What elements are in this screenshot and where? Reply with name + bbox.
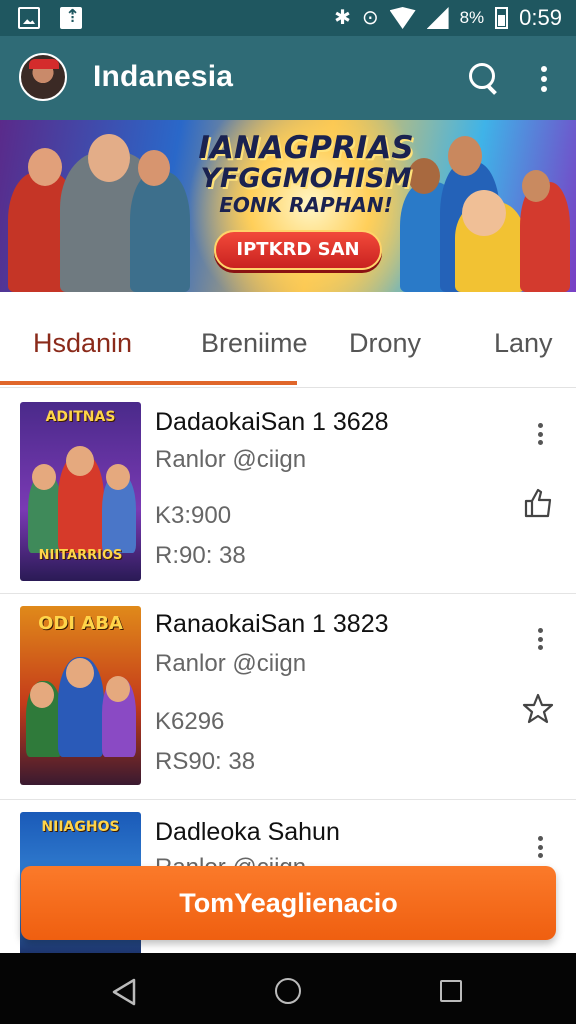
promo-banner[interactable]: IANAGPRIAS YFGGMOHISM EONK RAPHAN! IPTKR…: [0, 120, 576, 292]
thumbnail-title: NIIAGHOS: [41, 819, 120, 835]
status-bar: ✱ ⊙ 8% 0:59: [0, 0, 576, 36]
thumbnail-title: ODI ABA: [38, 613, 123, 634]
wifi-icon: [389, 7, 416, 29]
battery-percent: 8%: [459, 8, 485, 27]
signal-icon: [426, 7, 449, 29]
star-icon[interactable]: [521, 692, 555, 726]
item-detail-2: R:90: 38: [155, 542, 246, 569]
item-title: DadaokaiSan 1 3628: [155, 408, 389, 436]
back-icon[interactable]: [110, 977, 140, 1007]
more-options-icon[interactable]: [532, 62, 556, 96]
home-icon[interactable]: [275, 978, 301, 1004]
download-icon: [60, 6, 82, 29]
item-title: Dadleoka Sahun: [155, 818, 340, 846]
tab-bar: Hsdanin Breniime Drony Lany: [0, 292, 576, 388]
thumbnail-title: ADITNAS: [45, 409, 116, 425]
status-time: 0:59: [519, 5, 562, 30]
page-title: Indanesia: [93, 60, 234, 93]
item-title: RanaokaiSan 1 3823: [155, 610, 389, 638]
active-tab-indicator: [0, 381, 297, 385]
alarm-icon: ⊙: [361, 7, 379, 29]
recents-icon[interactable]: [440, 980, 462, 1002]
item-more-icon[interactable]: [530, 834, 550, 860]
item-thumbnail: ADITNAS NIITARRIOS: [20, 402, 141, 581]
thumbnail-footer: NIITARRIOS: [38, 548, 123, 563]
bluetooth-icon: ✱: [334, 7, 351, 29]
banner-cta-button[interactable]: IPTKRD SAN: [214, 230, 382, 270]
tab-breniime[interactable]: Breniime: [201, 328, 308, 359]
banner-line-1: IANAGPRIAS: [198, 130, 414, 166]
item-more-icon[interactable]: [530, 421, 550, 447]
item-detail-2: RS90: 38: [155, 748, 256, 775]
tab-lany[interactable]: Lany: [494, 328, 553, 359]
banner-line-2: YFGGMOHISM: [200, 162, 412, 194]
item-thumbnail: ODI ABA: [20, 606, 141, 785]
thumbs-up-icon[interactable]: [521, 486, 555, 520]
app-bar: Indanesia: [0, 36, 576, 120]
item-detail: K3:900: [155, 502, 232, 529]
tab-hsdanin[interactable]: Hsdanin: [33, 328, 132, 359]
item-subtitle: Ranlor @ciign: [155, 650, 307, 677]
banner-line-3: EONK RAPHAN!: [219, 192, 393, 217]
primary-action-button[interactable]: TomYeaglienacio: [21, 866, 556, 940]
item-subtitle: Ranlor @ciign: [155, 446, 307, 473]
list-item[interactable]: ODI ABA RanaokaiSan 1 3823 Ranlor @ciign…: [0, 594, 576, 800]
list-item[interactable]: ADITNAS NIITARRIOS DadaokaiSan 1 3628 Ra…: [0, 388, 576, 594]
banner-headline: IANAGPRIAS YFGGMOHISM EONK RAPHAN!: [196, 132, 416, 216]
battery-icon: [495, 7, 509, 29]
item-more-icon[interactable]: [530, 626, 550, 652]
tab-drony[interactable]: Drony: [349, 328, 421, 359]
avatar[interactable]: [19, 53, 67, 101]
search-icon[interactable]: [466, 61, 502, 97]
image-icon: [18, 7, 40, 29]
navigation-bar: [0, 953, 576, 1024]
item-detail: K6296: [155, 708, 225, 735]
